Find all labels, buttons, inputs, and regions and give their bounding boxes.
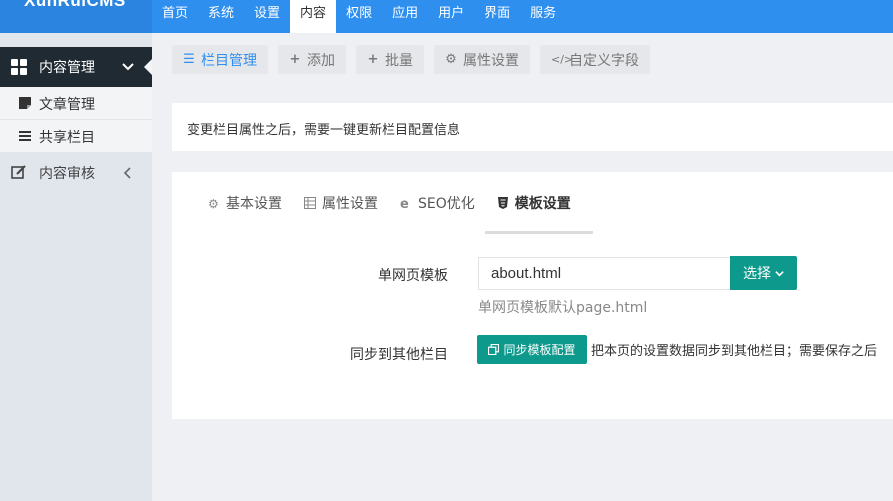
template-input[interactable]: about.html	[478, 257, 731, 290]
tab-label: SEO优化	[418, 196, 475, 212]
sidebar-item-shared-columns[interactable]: 共享栏目	[0, 120, 152, 152]
sync-description: 把本页的设置数据同步到其他栏目；需要保存之后	[591, 344, 878, 359]
sync-template-button[interactable]: 同步模板配置	[477, 335, 587, 364]
button-label: 批量	[385, 52, 413, 69]
sidebar-group-label: 内容管理	[39, 60, 95, 76]
add-button[interactable]: + 添加	[278, 45, 346, 74]
sidebar-item-content-review[interactable]: 内容审核	[0, 154, 152, 190]
sidebar-item-articles[interactable]: 文章管理	[0, 87, 152, 119]
button-label: 自定义字段	[569, 52, 639, 69]
html5-icon	[497, 197, 508, 209]
button-label: 属性设置	[463, 52, 519, 69]
document-icon	[19, 97, 31, 109]
tab-label: 模板设置	[514, 196, 571, 212]
code-icon: </>	[551, 53, 574, 66]
sidebar-item-label: 内容审核	[39, 166, 95, 182]
nav-item-apps[interactable]: 应用	[382, 0, 428, 33]
grid-icon	[11, 59, 27, 75]
nav-item-settings[interactable]: 设置	[244, 0, 290, 33]
sidebar-item-label: 共享栏目	[39, 130, 95, 146]
notice-text: 变更栏目属性之后，需要一键更新栏目配置信息	[187, 123, 461, 138]
nav-item-home[interactable]: 首页	[152, 0, 198, 33]
plus-icon: +	[367, 52, 379, 67]
gear-icon: ⚙	[208, 197, 219, 211]
nav-item-system[interactable]: 系统	[198, 0, 244, 33]
template-hint: 单网页模板默认page.html	[478, 300, 648, 316]
sidebar: 内容管理 文章管理 共享栏目 内容审核	[0, 33, 152, 501]
batch-button[interactable]: + 批量	[356, 45, 424, 74]
notice-box: 变更栏目属性之后，需要一键更新栏目配置信息	[172, 103, 893, 151]
column-management-button[interactable]: ☰ 栏目管理	[172, 45, 268, 74]
browser-icon: e	[400, 197, 409, 212]
gear-icon: ⚙	[445, 52, 457, 67]
nav-item-permissions[interactable]: 权限	[336, 0, 382, 33]
attribute-settings-button[interactable]: ⚙ 属性设置	[434, 45, 530, 74]
sidebar-group-content[interactable]: 内容管理	[0, 47, 152, 87]
nav-item-services[interactable]: 服务	[520, 0, 566, 33]
button-label: 选择	[743, 266, 771, 282]
edit-icon	[11, 165, 26, 179]
sync-label: 同步到其他栏目	[350, 347, 448, 363]
template-label: 单网页模板	[378, 268, 448, 284]
tab-template-settings[interactable]: 模板设置	[484, 172, 593, 234]
plus-icon: +	[289, 52, 301, 67]
top-nav: 首页 系统 设置 内容 权限 应用 用户 界面 服务	[152, 0, 566, 33]
button-label: 添加	[307, 52, 335, 69]
tab-bar: ⚙ 基本设置 属性设置 e SEO优化 模板设置	[202, 172, 593, 234]
list-icon	[19, 131, 31, 141]
button-label: 同步模板配置	[503, 343, 576, 357]
active-indicator	[144, 59, 152, 75]
chevron-left-icon	[123, 167, 131, 179]
logo[interactable]: XunRuiCMS	[0, 0, 152, 33]
copy-icon	[488, 344, 500, 355]
button-label: 栏目管理	[201, 52, 257, 69]
toolbar: ☰ 栏目管理 + 添加 + 批量 ⚙ 属性设置 </> 自定义字段	[172, 45, 650, 74]
tab-label: 属性设置	[322, 196, 378, 212]
nav-item-interface[interactable]: 界面	[474, 0, 520, 33]
select-button[interactable]: 选择	[730, 256, 797, 290]
custom-fields-button[interactable]: </> 自定义字段	[540, 45, 650, 74]
tab-seo[interactable]: e SEO优化	[394, 172, 491, 234]
table-icon	[304, 197, 316, 209]
nav-item-users[interactable]: 用户	[428, 0, 474, 33]
sidebar-item-label: 文章管理	[39, 97, 95, 113]
tab-basic-settings[interactable]: ⚙ 基本设置	[202, 172, 298, 234]
chevron-down-icon	[122, 63, 134, 71]
nav-item-content[interactable]: 内容	[290, 0, 337, 33]
settings-panel: ⚙ 基本设置 属性设置 e SEO优化 模板设置 单网页模板 about.htm…	[172, 172, 893, 419]
chevron-down-icon	[775, 270, 784, 276]
top-navbar: XunRuiCMS 首页 系统 设置 内容 权限 应用 用户 界面 服务	[0, 0, 893, 33]
tab-label: 基本设置	[226, 196, 282, 212]
bars-icon: ☰	[183, 52, 195, 67]
logo-text: XunRuiCMS	[24, 0, 126, 10]
tab-attribute-settings[interactable]: 属性设置	[298, 172, 394, 234]
